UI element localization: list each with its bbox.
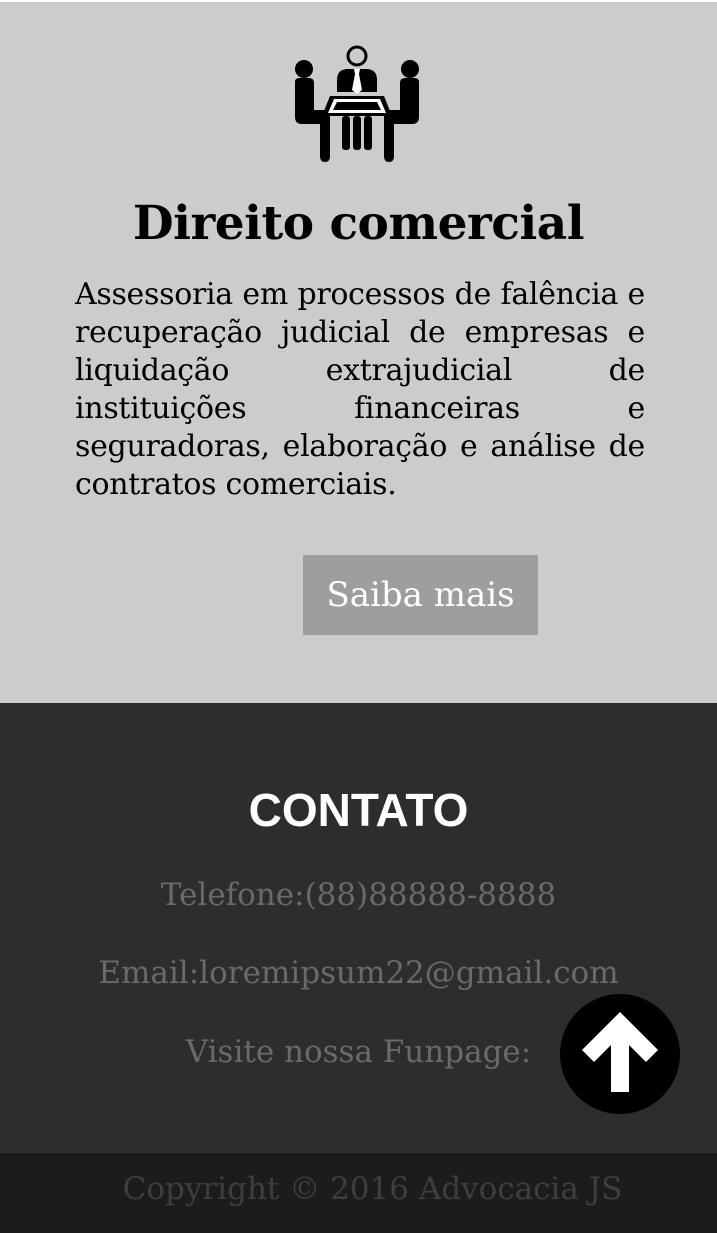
service-title: Direito comercial	[132, 196, 585, 251]
service-section: Direito comercial Assessoria em processo…	[0, 0, 717, 703]
service-description: Assessoria em processos de falência e re…	[75, 277, 645, 502]
footer: Copyright © 2016 Advocacia JS	[0, 1153, 717, 1233]
business-meeting-icon	[295, 45, 419, 162]
saiba-mais-button[interactable]: Saiba mais	[303, 555, 538, 635]
contact-phone: Telefone:(88)88888-8888	[160, 877, 557, 913]
contact-title: CONTATO	[248, 784, 469, 836]
copyright-text: Copyright © 2016 Advocacia JS	[122, 1171, 623, 1207]
arrow-up-icon	[582, 1012, 658, 1092]
scroll-to-top-button[interactable]	[560, 994, 680, 1114]
contact-email[interactable]: Email:loremipsum22@gmail.com	[0, 955, 717, 991]
